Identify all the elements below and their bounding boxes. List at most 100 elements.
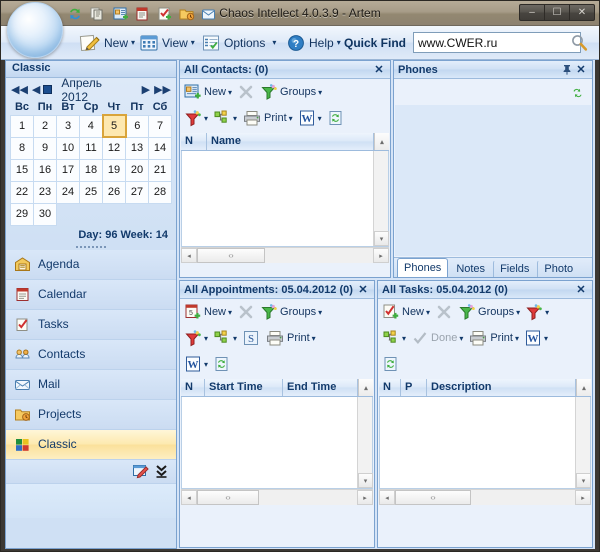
new-contact-icon[interactable] — [111, 4, 130, 23]
tab-phones[interactable]: Phones — [397, 258, 448, 277]
contacts-word-export-button[interactable]: W ▾ — [296, 106, 324, 130]
tasks-word-export-button[interactable]: W ▾ — [522, 326, 550, 350]
calendar-day-selected[interactable]: 5 — [103, 115, 126, 137]
calendar-day[interactable]: 28 — [149, 181, 172, 203]
column-header[interactable]: Start Time — [205, 379, 283, 396]
close-icon[interactable]: ✕ — [372, 63, 386, 77]
calendar-day[interactable]: 1 — [11, 115, 34, 137]
new-appointment-icon[interactable] — [133, 4, 152, 23]
quickfind-input[interactable] — [413, 32, 581, 53]
calendar-day[interactable]: 27 — [126, 181, 149, 203]
column-header[interactable]: N — [379, 379, 401, 396]
appointments-vertical-scrollbar[interactable]: ▾ — [357, 397, 372, 488]
sidebar-item-projects[interactable]: Projects — [6, 400, 176, 430]
next-month-button[interactable]: ▶ — [141, 83, 151, 96]
calendar-day[interactable]: 29 — [11, 203, 34, 225]
configure-buttons-icon[interactable] — [132, 463, 149, 480]
minimize-button[interactable]: – — [519, 4, 545, 21]
scroll-right-arrow[interactable]: ▸ — [357, 490, 373, 505]
copy-icon[interactable] — [87, 4, 106, 23]
new-project-icon[interactable] — [177, 4, 196, 23]
column-header[interactable]: End Time — [283, 379, 358, 396]
calendar-day[interactable]: 30 — [34, 203, 57, 225]
prev-year-button[interactable]: ◀◀ — [10, 83, 29, 96]
calendar-day[interactable]: 14 — [149, 137, 172, 159]
maximize-button[interactable]: ☐ — [544, 4, 570, 21]
tasks-filter-button[interactable]: ▾ — [523, 300, 551, 324]
contacts-list[interactable]: ▾ — [181, 151, 389, 247]
calendar-day[interactable]: 11 — [80, 137, 103, 159]
scroll-left-arrow[interactable]: ◂ — [181, 490, 197, 505]
sidebar-item-tasks[interactable]: Tasks — [6, 310, 176, 340]
contacts-new-button[interactable]: New ▾ — [182, 80, 234, 104]
scroll-down-arrow[interactable]: ▾ — [576, 473, 591, 488]
scroll-up-arrow[interactable]: ▴ — [576, 379, 591, 396]
calendar-day[interactable]: 12 — [103, 137, 126, 159]
appointments-refresh-button[interactable] — [211, 352, 233, 376]
new-mail-icon[interactable] — [199, 4, 218, 23]
tasks-list[interactable]: ▾ — [379, 397, 591, 489]
scroll-down-arrow[interactable]: ▾ — [358, 473, 373, 488]
pin-icon[interactable] — [560, 63, 574, 77]
contacts-vertical-scrollbar[interactable]: ▾ — [373, 151, 388, 246]
sync-icon[interactable] — [65, 4, 84, 23]
calendar-day[interactable]: 17 — [57, 159, 80, 181]
appointments-new-button[interactable]: 5 New ▾ — [182, 300, 234, 324]
close-icon[interactable]: ✕ — [356, 283, 370, 297]
appointments-list[interactable]: ▾ — [181, 397, 373, 489]
contacts-print-button[interactable]: Print ▾ — [240, 106, 295, 130]
contacts-groups-button[interactable]: Groups ▾ — [258, 80, 324, 104]
column-header[interactable]: P — [401, 379, 427, 396]
calendar-day[interactable]: 21 — [149, 159, 172, 181]
column-header[interactable]: N — [181, 133, 207, 150]
calendar-day[interactable]: 7 — [149, 115, 172, 137]
new-button[interactable]: New ▾ — [75, 29, 139, 56]
calendar-day[interactable]: 20 — [126, 159, 149, 181]
phones-refresh-button[interactable] — [568, 81, 588, 105]
sidebar-item-contacts[interactable]: Contacts — [6, 340, 176, 370]
tasks-horizontal-scrollbar[interactable]: ◂ ‹› ▸ — [379, 489, 591, 505]
prev-month-button[interactable]: ◀ — [31, 83, 41, 96]
appointments-horizontal-scrollbar[interactable]: ◂ ‹› ▸ — [181, 489, 373, 505]
appointments-word-export-button[interactable]: W ▾ — [182, 352, 210, 376]
close-icon[interactable]: ✕ — [574, 283, 588, 297]
tasks-groups-button[interactable]: Groups ▾ — [456, 300, 522, 324]
sidebar-item-classic[interactable]: Classic — [6, 430, 176, 460]
sidebar-item-calendar[interactable]: Calendar — [6, 280, 176, 310]
tab-photo[interactable]: Photo — [537, 260, 580, 277]
calendar-day[interactable]: 25 — [80, 181, 103, 203]
calendar-day[interactable]: 3 — [57, 115, 80, 137]
calendar-day[interactable]: 2 — [34, 115, 57, 137]
tab-notes[interactable]: Notes — [449, 260, 492, 277]
tasks-new-button[interactable]: New ▾ — [380, 300, 432, 324]
calendar-day[interactable]: 8 — [11, 137, 34, 159]
appointments-spell-button[interactable]: S — [240, 326, 262, 350]
next-year-button[interactable]: ▶▶ — [153, 83, 172, 96]
tasks-vertical-scrollbar[interactable]: ▾ — [575, 397, 590, 488]
calendar-day[interactable]: 4 — [80, 115, 103, 137]
scroll-down-arrow[interactable]: ▾ — [374, 231, 389, 246]
calendar-day[interactable]: 16 — [34, 159, 57, 181]
scroll-right-arrow[interactable]: ▸ — [575, 490, 591, 505]
app-logo-orb[interactable] — [7, 2, 63, 58]
scroll-thumb[interactable]: ‹› — [197, 490, 259, 505]
tab-fields[interactable]: Fields — [493, 260, 536, 277]
calendar-day[interactable]: 13 — [126, 137, 149, 159]
calendar-day[interactable]: 9 — [34, 137, 57, 159]
appointments-groups-button[interactable]: Groups ▾ — [258, 300, 324, 324]
scroll-left-arrow[interactable]: ◂ — [379, 490, 395, 505]
scroll-left-arrow[interactable]: ◂ — [181, 248, 197, 263]
calendar-day[interactable]: 22 — [11, 181, 34, 203]
scroll-up-arrow[interactable]: ▴ — [358, 379, 373, 396]
calendar-day[interactable]: 24 — [57, 181, 80, 203]
scroll-right-arrow[interactable]: ▸ — [373, 248, 389, 263]
calendar-day[interactable]: 18 — [80, 159, 103, 181]
phones-content-area[interactable] — [395, 105, 591, 256]
column-header[interactable]: N — [181, 379, 205, 396]
tasks-refresh-button[interactable] — [380, 352, 402, 376]
search-button[interactable] — [567, 29, 591, 56]
calendar-day[interactable]: 6 — [126, 115, 149, 137]
contacts-refresh-button[interactable] — [325, 106, 347, 130]
scroll-thumb[interactable]: ‹› — [395, 490, 471, 505]
tasks-print-button[interactable]: Print ▾ — [466, 326, 521, 350]
